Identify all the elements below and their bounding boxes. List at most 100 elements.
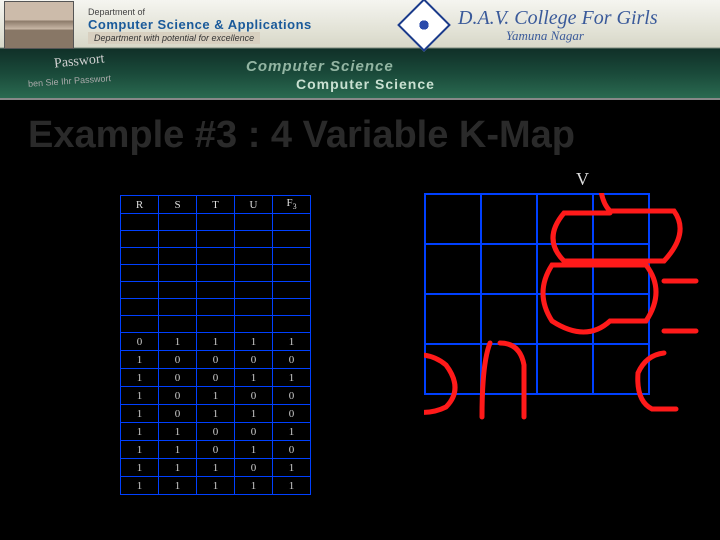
truth-cell: [197, 299, 235, 316]
truth-cell: [159, 248, 197, 265]
dept-line1: Department of: [88, 7, 312, 17]
truth-cell: [159, 231, 197, 248]
truth-cell: 1: [159, 423, 197, 441]
truth-cell: [159, 316, 197, 333]
truth-cell: 1: [121, 405, 159, 423]
truth-cell: [121, 214, 159, 231]
header-banner: Department of Computer Science & Applica…: [0, 0, 720, 100]
truth-cell: 1: [159, 333, 197, 351]
truth-cell: 0: [273, 405, 311, 423]
kmap-cell: [593, 294, 649, 344]
kmap-cell: [425, 344, 481, 394]
table-row: 10110: [121, 405, 311, 423]
kmap-container: V: [424, 193, 650, 395]
table-row-blank: [121, 231, 311, 248]
truth-cell: 1: [197, 387, 235, 405]
truth-cell: 1: [235, 405, 273, 423]
truth-header: R: [121, 196, 159, 214]
kmap-row: [425, 194, 649, 244]
truth-cell: 0: [273, 387, 311, 405]
dept-line2: Computer Science & Applications: [88, 17, 312, 32]
truth-cell: 0: [197, 423, 235, 441]
table-row: 10100: [121, 387, 311, 405]
pwline-text: ben Sie Ihr Passwort: [28, 73, 112, 89]
college-line2: Yamuna Nagar: [506, 29, 658, 43]
table-row: 11001: [121, 423, 311, 441]
truth-cell: 0: [159, 351, 197, 369]
cs-watermark-2: Computer Science: [296, 76, 435, 92]
cs-watermark-1: Computer Science: [246, 58, 394, 75]
truth-cell: 1: [159, 477, 197, 495]
table-row-blank: [121, 248, 311, 265]
truth-cell: [235, 248, 273, 265]
truth-cell: [121, 248, 159, 265]
truth-cell: 0: [235, 387, 273, 405]
truth-cell: 1: [273, 423, 311, 441]
truth-cell: [197, 282, 235, 299]
kmap-cell: [593, 244, 649, 294]
truth-cell: 0: [197, 351, 235, 369]
truth-cell: [273, 231, 311, 248]
kmap-cell: [481, 294, 537, 344]
truth-cell: [273, 299, 311, 316]
truth-cell: 0: [159, 369, 197, 387]
truth-cell: [235, 231, 273, 248]
table-row: 10000: [121, 351, 311, 369]
truth-cell: [273, 214, 311, 231]
table-row: 11111: [121, 477, 311, 495]
truth-cell: [235, 299, 273, 316]
table-row-blank: [121, 299, 311, 316]
truth-cell: 0: [121, 333, 159, 351]
kmap-cell: [593, 194, 649, 244]
truth-cell: 0: [235, 423, 273, 441]
truth-cell: 1: [235, 369, 273, 387]
truth-cell: [273, 282, 311, 299]
truth-cell: 1: [197, 459, 235, 477]
truth-cell: 1: [273, 369, 311, 387]
building-photo: [4, 1, 74, 49]
truth-header: U: [235, 196, 273, 214]
passwort-text: Passwort: [53, 51, 105, 72]
kmap-grid: [424, 193, 650, 395]
kmap-cell: [537, 194, 593, 244]
truth-cell: 0: [235, 459, 273, 477]
truth-cell: [121, 282, 159, 299]
truth-cell: [159, 214, 197, 231]
truth-cell: [197, 214, 235, 231]
table-row-blank: [121, 214, 311, 231]
truth-cell: [121, 299, 159, 316]
table-row-blank: [121, 265, 311, 282]
truth-cell: 0: [273, 351, 311, 369]
kmap-cell: [537, 344, 593, 394]
truth-cell: 0: [273, 441, 311, 459]
truth-cell: [235, 214, 273, 231]
truth-cell: 1: [235, 477, 273, 495]
truth-cell: 1: [121, 387, 159, 405]
truth-cell: [197, 265, 235, 282]
table-row: 10011: [121, 369, 311, 387]
truth-cell: 1: [121, 441, 159, 459]
truth-header: F3: [273, 196, 311, 214]
table-row: 01111: [121, 333, 311, 351]
slide-title: Example #3 : 4 Variable K-Map: [0, 100, 720, 157]
truth-cell: 1: [121, 369, 159, 387]
truth-cell: [121, 231, 159, 248]
truth-cell: 0: [197, 369, 235, 387]
college-line1: D.A.V. College For Girls: [458, 7, 658, 29]
kmap-cell: [593, 344, 649, 394]
kmap-cell: [481, 344, 537, 394]
truth-header: T: [197, 196, 235, 214]
truth-cell: [159, 299, 197, 316]
truth-table: RSTUF3 011111000010011101001011011001110…: [120, 195, 311, 495]
dept-line3: Department with potential for excellence: [88, 32, 260, 44]
truth-cell: 1: [197, 333, 235, 351]
truth-cell: 0: [197, 441, 235, 459]
truth-cell: [235, 316, 273, 333]
truth-cell: 1: [197, 477, 235, 495]
group-off-right: [664, 281, 696, 331]
truth-cell: [197, 316, 235, 333]
kmap-row: [425, 344, 649, 394]
truth-cell: 1: [121, 459, 159, 477]
truth-cell: [159, 265, 197, 282]
truth-cell: [235, 265, 273, 282]
